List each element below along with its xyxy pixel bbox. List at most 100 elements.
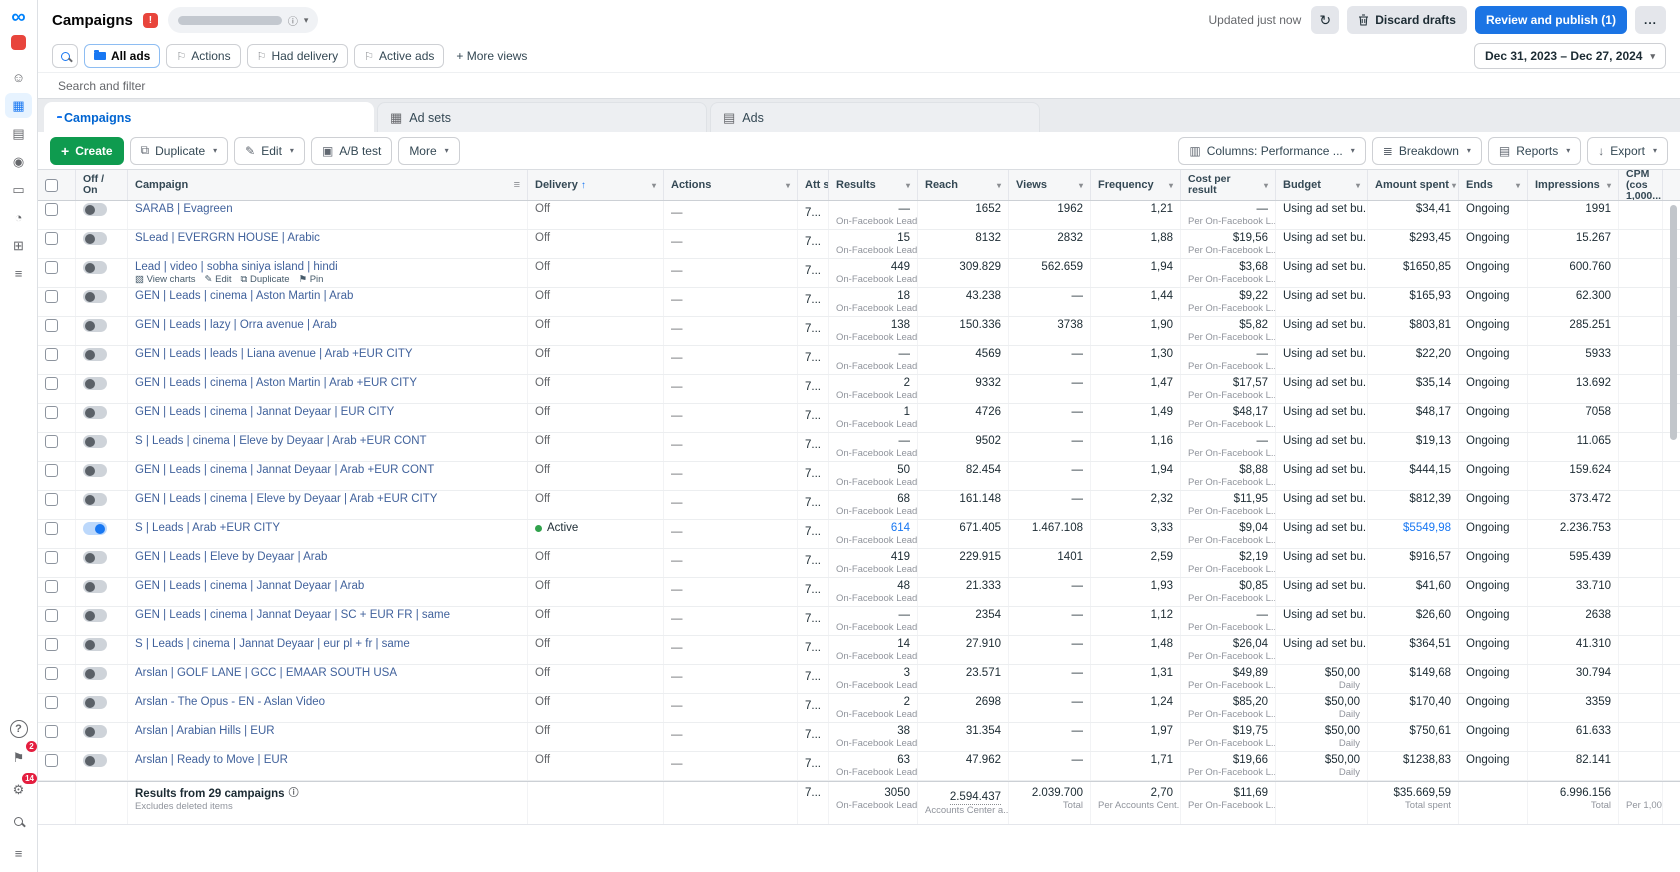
all-tools-icon[interactable]: ≡ — [5, 261, 32, 286]
campaign-name-link[interactable]: GEN | Leads | cinema | Aston Martin | Ar… — [135, 290, 520, 303]
table-row[interactable]: Arslan - The Opus - EN - Aslan Video Off —… — [38, 694, 1680, 723]
filter-chip-had-delivery[interactable]: ⚐ Had delivery — [246, 44, 349, 68]
row-checkbox[interactable] — [45, 406, 58, 419]
campaign-name-link[interactable]: GEN | Leads | cinema | Jannat Deyaar | E… — [135, 406, 520, 419]
campaign-name-link[interactable]: Arslan | GOLF LANE | GCC | EMAAR SOUTH U… — [135, 667, 520, 680]
header-frequency[interactable]: Frequency ▾ — [1091, 170, 1181, 200]
tab-ads[interactable]: ▤ Ads — [710, 102, 1040, 132]
table-row[interactable]: GEN | Leads | lazy | Orra avenue | Arab O… — [38, 317, 1680, 346]
campaign-name-link[interactable]: SARAB | Evagreen — [135, 203, 520, 216]
edit-button[interactable]: ✎ Edit ▾ — [234, 136, 305, 165]
header-cpm[interactable]: CPM (cos 1,000... — [1619, 170, 1663, 200]
row-checkbox[interactable] — [45, 493, 58, 506]
campaign-name-link[interactable]: S | Leads | cinema | Jannat Deyaar | eur… — [135, 638, 520, 651]
announcements-icon[interactable]: ⚑ 2 — [5, 741, 37, 770]
campaign-toggle[interactable] — [83, 203, 107, 216]
table-row[interactable]: SLead | EVERGRN HOUSE | Arabic Off —7... 15… — [38, 230, 1680, 259]
campaign-toggle[interactable] — [83, 696, 107, 709]
campaign-name-link[interactable]: GEN | Leads | lazy | Orra avenue | Arab — [135, 319, 520, 332]
filter-chip-all-ads[interactable]: All ads — [84, 44, 161, 68]
row-checkbox[interactable] — [45, 290, 58, 303]
header-amount-spent[interactable]: Amount spent ▾ — [1368, 170, 1459, 200]
campaign-toggle[interactable] — [83, 435, 107, 448]
ab-test-button[interactable]: ▣ A/B test — [310, 136, 393, 165]
campaign-toggle[interactable] — [83, 667, 107, 680]
campaign-name-link[interactable]: GEN | Leads | cinema | Jannat Deyaar | A… — [135, 464, 520, 477]
pin-column-icon[interactable]: ≡ — [514, 179, 520, 191]
row-checkbox[interactable] — [45, 261, 58, 274]
summary-reach[interactable]: 2.594.437 — [949, 791, 1001, 805]
table-row[interactable]: GEN | Leads | leads | Liana avenue | Ara… — [38, 346, 1680, 375]
row-action-edit[interactable]: ✎ Edit — [205, 274, 232, 285]
discard-drafts-button[interactable]: Discard drafts — [1347, 6, 1467, 34]
campaign-toggle[interactable] — [83, 493, 107, 506]
alert-indicator-icon[interactable]: ! — [142, 12, 158, 28]
campaign-toggle[interactable] — [83, 551, 107, 564]
row-checkbox[interactable] — [45, 522, 58, 535]
duplicate-button[interactable]: ⧉ Duplicate ▾ — [129, 136, 229, 165]
row-action-duplicate[interactable]: ⧉ Duplicate — [241, 274, 290, 285]
scrollbar-thumb[interactable] — [1670, 205, 1677, 440]
campaign-name-link[interactable]: GEN | Leads | Eleve by Deyaar | Arab — [135, 551, 520, 564]
reports-button[interactable]: ▤ Reports ▾ — [1487, 136, 1582, 165]
header-cost-per-result[interactable]: Cost per result ▾ — [1181, 170, 1276, 200]
row-action-view-charts[interactable]: ▧ View charts — [135, 274, 196, 285]
table-row[interactable]: GEN | Leads | cinema | Jannat Deyaar | A… — [38, 462, 1680, 491]
table-row[interactable]: GEN | Leads | cinema | Jannat Deyaar | S… — [38, 607, 1680, 636]
settings-gear-icon[interactable]: ⚙ 14 — [5, 773, 37, 802]
header-attribution[interactable]: Att set... — [798, 170, 829, 200]
campaign-toggle[interactable] — [83, 522, 107, 535]
campaign-toggle[interactable] — [83, 725, 107, 738]
table-row[interactable]: GEN | Leads | cinema | Jannat Deyaar | A… — [38, 578, 1680, 607]
header-budget[interactable]: Budget ▾ — [1276, 170, 1368, 200]
header-campaign[interactable]: Campaign ≡ — [128, 170, 528, 200]
help-icon[interactable]: ? — [9, 720, 28, 738]
more-views-button[interactable]: + More views — [450, 49, 533, 63]
row-checkbox[interactable] — [45, 464, 58, 477]
table-row[interactable]: Arslan | Arabian Hills | EUR Off —7... 38 On… — [38, 723, 1680, 752]
campaign-name-link[interactable]: Arslan - The Opus - EN - Aslan Video — [135, 696, 520, 709]
table-row[interactable]: SARAB | Evagreen Off —7... — On-Facebook Lea… — [38, 201, 1680, 230]
campaign-toggle[interactable] — [83, 232, 107, 245]
tab-ad-sets[interactable]: ▦ Ad sets — [377, 102, 707, 132]
tab-campaigns[interactable]: Campaigns — [44, 102, 374, 132]
business-avatar[interactable] — [11, 35, 26, 50]
table-row[interactable]: S | Leads | Arab +EUR CITY Active —7... 614… — [38, 520, 1680, 549]
more-options-button[interactable]: ... — [1634, 6, 1666, 34]
table-row[interactable]: GEN | Leads | cinema | Jannat Deyaar | E… — [38, 404, 1680, 433]
table-row[interactable]: GEN | Leads | cinema | Eleve by Deyaar |… — [38, 491, 1680, 520]
campaign-name-link[interactable]: Arslan | Arabian Hills | EUR — [135, 725, 520, 738]
row-checkbox[interactable] — [45, 696, 58, 709]
campaign-toggle[interactable] — [83, 580, 107, 593]
row-checkbox[interactable] — [45, 435, 58, 448]
header-views[interactable]: Views ▾ — [1009, 170, 1091, 200]
row-checkbox[interactable] — [45, 551, 58, 564]
row-checkbox[interactable] — [45, 609, 58, 622]
campaign-name-link[interactable]: S | Leads | cinema | Eleve by Deyaar | A… — [135, 435, 520, 448]
table-row[interactable]: Arslan | Ready to Move | EUR Off —7... 63 On… — [38, 752, 1680, 781]
row-checkbox[interactable] — [45, 725, 58, 738]
row-checkbox[interactable] — [45, 203, 58, 216]
table-row[interactable]: Lead | video | sobha siniya island | hin… — [38, 259, 1680, 288]
date-range-selector[interactable]: Dec 31, 2023 – Dec 27, 2024 ▾ — [1474, 43, 1666, 69]
campaign-name-link[interactable]: SLead | EVERGRN HOUSE | Arabic — [135, 232, 520, 245]
campaign-toggle[interactable] — [83, 290, 107, 303]
header-off-on[interactable]: Off / On — [76, 170, 128, 200]
table-row[interactable]: Arslan | GOLF LANE | GCC | EMAAR SOUTH U… — [38, 665, 1680, 694]
campaign-toggle[interactable] — [83, 319, 107, 332]
more-button[interactable]: More ▾ — [398, 136, 460, 165]
row-checkbox[interactable] — [45, 232, 58, 245]
ads-reporting-icon[interactable]: ▤ — [5, 121, 32, 146]
header-reach[interactable]: Reach ▾ — [918, 170, 1009, 200]
row-checkbox[interactable] — [45, 348, 58, 361]
campaign-toggle[interactable] — [83, 609, 107, 622]
campaign-toggle[interactable] — [83, 754, 107, 767]
header-impressions[interactable]: Impressions ▾ — [1528, 170, 1619, 200]
row-action-pin[interactable]: ⚑ Pin — [299, 274, 324, 285]
search-filter-input[interactable] — [58, 78, 658, 93]
create-button[interactable]: + Create — [50, 136, 124, 165]
campaign-name-link[interactable]: GEN | Leads | cinema | Jannat Deyaar | A… — [135, 580, 520, 593]
header-results[interactable]: Results ▾ — [829, 170, 918, 200]
ad-account-selector[interactable]: ⓘ ▾ — [167, 7, 319, 33]
campaign-name-link[interactable]: S | Leads | Arab +EUR CITY — [135, 522, 520, 535]
